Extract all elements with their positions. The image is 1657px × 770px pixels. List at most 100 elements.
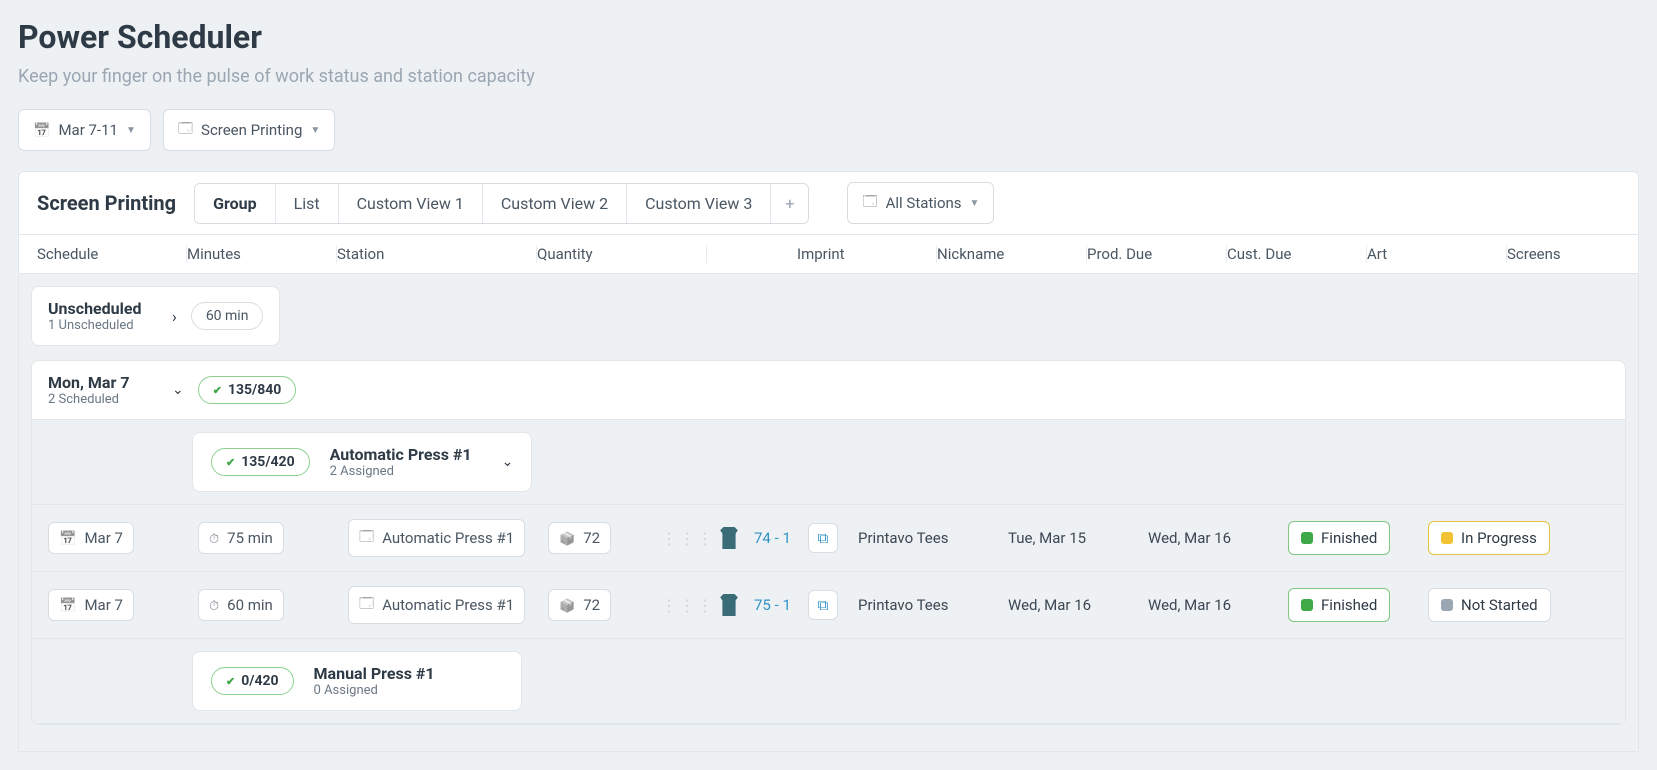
nickname: Printavo Tees — [858, 529, 1008, 547]
chevron-down-icon: ⌄ — [502, 454, 514, 470]
col-quantity: Quantity — [537, 245, 707, 263]
page-title: Power Scheduler — [18, 18, 1639, 56]
job-qty-chip[interactable]: 72 — [548, 522, 611, 554]
job-row[interactable]: Mar 7 60 min Automatic Press #1 72 ⋮⋮⋮ 7… — [32, 572, 1625, 639]
job-qty: 72 — [583, 596, 600, 614]
job-date-chip[interactable]: Mar 7 — [48, 522, 134, 554]
station-filter-select[interactable]: All Stations ▼ — [847, 182, 994, 224]
box-icon — [559, 596, 575, 614]
check-icon — [213, 382, 222, 398]
chevron-right-icon: › — [172, 307, 177, 326]
job-row[interactable]: Mar 7 75 min Automatic Press #1 72 ⋮⋮⋮ 7… — [32, 505, 1625, 572]
station-capacity-pill: 135/420 — [211, 448, 310, 476]
print-type-value: Screen Printing — [201, 121, 302, 139]
screens-status[interactable]: Not Started — [1428, 588, 1551, 622]
date-range-value: Mar 7-11 — [58, 121, 118, 139]
screens-status[interactable]: In Progress — [1428, 521, 1550, 555]
col-screens: Screens — [1507, 245, 1639, 263]
day-sub: 2 Scheduled — [48, 392, 158, 407]
copy-button[interactable] — [808, 590, 838, 620]
unscheduled-sub: 1 Unscheduled — [48, 318, 158, 333]
col-minutes: Minutes — [187, 245, 337, 263]
check-icon — [226, 673, 235, 689]
job-qty: 72 — [583, 529, 600, 547]
panel-title: Screen Printing — [37, 191, 176, 215]
station-group: 0/420 Manual Press #1 0 Assigned — [32, 639, 1625, 724]
unscheduled-minutes-pill: 60 min — [191, 302, 264, 330]
nickname: Printavo Tees — [858, 596, 1008, 614]
job-date: Mar 7 — [84, 529, 123, 547]
job-date: Mar 7 — [84, 596, 123, 614]
job-minutes: 75 min — [227, 529, 273, 547]
station-name: Automatic Press #1 — [330, 445, 472, 464]
job-minutes-chip[interactable]: 75 min — [198, 522, 284, 554]
art-status[interactable]: Finished — [1288, 588, 1390, 622]
clock-icon — [209, 596, 219, 614]
view-tabs: Group List Custom View 1 Custom View 2 C… — [194, 183, 809, 224]
station-name: Manual Press #1 — [314, 664, 435, 683]
station-icon — [359, 526, 374, 550]
drag-handle-icon[interactable]: ⋮⋮⋮ — [658, 596, 718, 615]
status-swatch — [1441, 599, 1453, 611]
page-subtitle: Keep your finger on the pulse of work st… — [18, 66, 1639, 87]
drag-handle-icon[interactable]: ⋮⋮⋮ — [658, 529, 718, 548]
caret-down-icon: ▼ — [126, 125, 136, 136]
tab-custom-2[interactable]: Custom View 2 — [483, 184, 627, 223]
box-icon — [559, 529, 575, 547]
col-imprint: Imprint — [797, 245, 937, 263]
job-minutes: 60 min — [227, 596, 273, 614]
tab-custom-3[interactable]: Custom View 3 — [627, 184, 771, 223]
tab-add[interactable]: + — [771, 184, 808, 223]
caret-down-icon: ▼ — [970, 198, 980, 209]
job-qty-chip[interactable]: 72 — [548, 589, 611, 621]
tab-list[interactable]: List — [276, 184, 339, 223]
column-headers: Schedule Minutes Station Quantity Imprin… — [19, 235, 1638, 274]
station-assigned: 2 Assigned — [330, 464, 472, 479]
day-header[interactable]: Mon, Mar 7 2 Scheduled ⌄ 135/840 — [32, 361, 1625, 420]
prod-due: Tue, Mar 15 — [1008, 529, 1148, 547]
clock-icon — [209, 529, 219, 547]
check-icon — [226, 454, 235, 470]
caret-down-icon: ▼ — [310, 125, 320, 136]
calendar-icon — [33, 121, 50, 139]
imprint-link[interactable]: 74 - 1 — [754, 529, 791, 547]
art-status[interactable]: Finished — [1288, 521, 1390, 555]
job-date-chip[interactable]: Mar 7 — [48, 589, 134, 621]
shirt-icon — [718, 594, 740, 616]
copy-button[interactable] — [808, 523, 838, 553]
copy-icon — [818, 596, 829, 614]
station-assigned: 0 Assigned — [314, 683, 435, 698]
day-title: Mon, Mar 7 — [48, 373, 158, 392]
calendar-icon — [59, 529, 76, 547]
status-swatch — [1301, 532, 1313, 544]
station-card[interactable]: 135/420 Automatic Press #1 2 Assigned ⌄ — [192, 432, 532, 492]
col-art: Art — [1367, 245, 1507, 263]
status-swatch — [1441, 532, 1453, 544]
job-station-chip[interactable]: Automatic Press #1 — [348, 586, 525, 624]
prod-due: Wed, Mar 16 — [1008, 596, 1148, 614]
imprint-link[interactable]: 75 - 1 — [754, 596, 791, 614]
date-range-select[interactable]: Mar 7-11 ▼ — [18, 109, 151, 151]
station-card[interactable]: 0/420 Manual Press #1 0 Assigned — [192, 651, 522, 711]
job-station-chip[interactable]: Automatic Press #1 — [348, 519, 525, 557]
station-icon — [359, 593, 374, 617]
chevron-down-icon: ⌄ — [172, 382, 184, 398]
col-nickname: Nickname — [937, 245, 1087, 263]
copy-icon — [818, 529, 829, 547]
col-prod-due: Prod. Due — [1087, 245, 1227, 263]
printer-icon — [178, 118, 193, 142]
unscheduled-group[interactable]: Unscheduled 1 Unscheduled › 60 min — [31, 286, 280, 346]
cust-due: Wed, Mar 16 — [1148, 529, 1288, 547]
col-schedule: Schedule — [37, 245, 187, 263]
tab-custom-1[interactable]: Custom View 1 — [339, 184, 483, 223]
status-swatch — [1301, 599, 1313, 611]
station-icon — [862, 191, 877, 215]
calendar-icon — [59, 596, 76, 614]
col-cust-due: Cust. Due — [1227, 245, 1367, 263]
col-station: Station — [337, 245, 537, 263]
print-type-select[interactable]: Screen Printing ▼ — [163, 109, 335, 151]
tab-group[interactable]: Group — [195, 184, 276, 223]
job-station: Automatic Press #1 — [382, 596, 514, 614]
job-minutes-chip[interactable]: 60 min — [198, 589, 284, 621]
station-capacity-pill: 0/420 — [211, 667, 294, 695]
